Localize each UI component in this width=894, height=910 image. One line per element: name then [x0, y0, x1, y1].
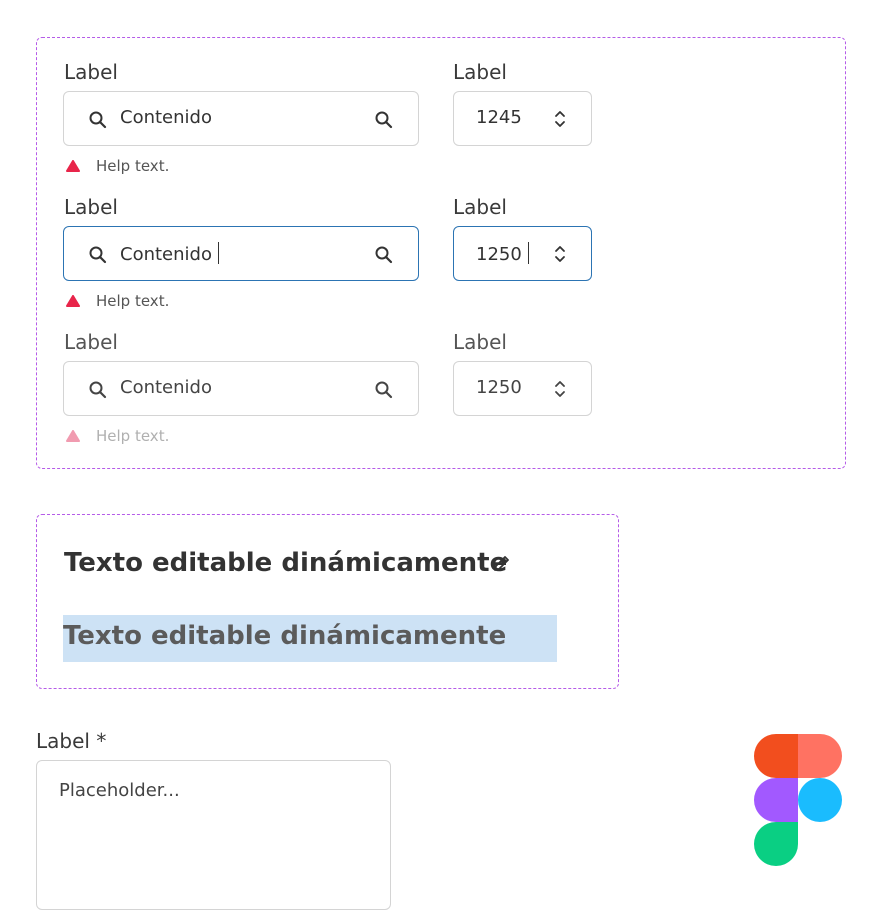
number-stepper-focused[interactable]: 1250 [453, 226, 592, 281]
number-field-label: Label [453, 330, 507, 354]
text-caret [217, 242, 220, 264]
search-icon [89, 246, 107, 264]
warning-triangle-icon [66, 295, 80, 307]
search-icon[interactable] [374, 110, 394, 130]
chevron-up-down-icon[interactable] [553, 378, 567, 400]
text-caret [527, 242, 530, 264]
editable-title[interactable]: Texto editable dinámicamente [64, 548, 507, 578]
search-field-label: Label [64, 60, 118, 84]
help-text-label: Help text. [96, 427, 170, 445]
help-text-label: Help text. [96, 157, 170, 175]
figma-logo [754, 734, 842, 866]
warning-triangle-icon [66, 430, 80, 442]
pencil-icon[interactable] [492, 553, 512, 573]
chevron-up-down-icon[interactable] [553, 108, 567, 130]
search-input-value: Contenido [120, 242, 220, 265]
number-stepper-value: 1245 [476, 107, 522, 128]
chevron-up-down-icon[interactable] [553, 243, 567, 265]
editable-text-frame [36, 514, 619, 689]
editable-title-input-selected[interactable]: Texto editable dinámicamente [63, 615, 557, 662]
textarea-placeholder: Placeholder... [59, 780, 180, 801]
search-field-label: Label [64, 330, 118, 354]
textarea-label: Label * [36, 729, 107, 753]
search-icon [89, 381, 107, 399]
number-stepper-value: 1250 [476, 242, 530, 265]
selected-text-value: Texto editable dinámicamente [63, 621, 507, 651]
search-input-value: Contenido [120, 107, 212, 128]
number-stepper[interactable]: 1245 [453, 91, 592, 146]
search-icon[interactable] [374, 380, 394, 400]
number-field-label: Label [453, 60, 507, 84]
search-input-value: Contenido [120, 377, 212, 398]
help-text-label: Help text. [96, 292, 170, 310]
textarea-field[interactable]: Placeholder... [36, 760, 391, 910]
number-stepper-value: 1250 [476, 377, 522, 398]
search-input-disabled[interactable]: Contenido [63, 361, 419, 416]
number-stepper-disabled[interactable]: 1250 [453, 361, 592, 416]
number-field-label: Label [453, 195, 507, 219]
search-input[interactable]: Contenido [63, 91, 419, 146]
warning-triangle-icon [66, 160, 80, 172]
search-field-label: Label [64, 195, 118, 219]
search-input-focused[interactable]: Contenido [63, 226, 419, 281]
search-icon [89, 111, 107, 129]
search-icon[interactable] [374, 245, 394, 265]
